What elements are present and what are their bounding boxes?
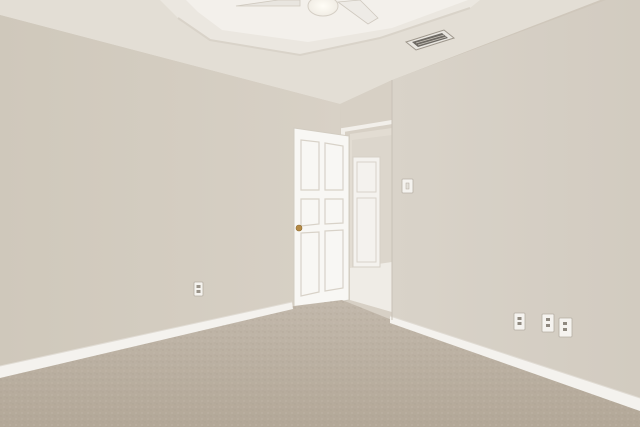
- light-switch-icon: [401, 178, 414, 194]
- bedroom-photo: [0, 0, 640, 427]
- outlet-icon: [193, 281, 204, 297]
- outlet-icon-right-2: [541, 313, 555, 333]
- outlet-icon-right-3: [558, 317, 573, 338]
- hallway: [341, 120, 393, 312]
- outlet-icon-right-1: [513, 312, 526, 331]
- interior-door-icon: [293, 127, 350, 311]
- door-knob-icon: [295, 224, 303, 232]
- room-illustration: [0, 0, 640, 427]
